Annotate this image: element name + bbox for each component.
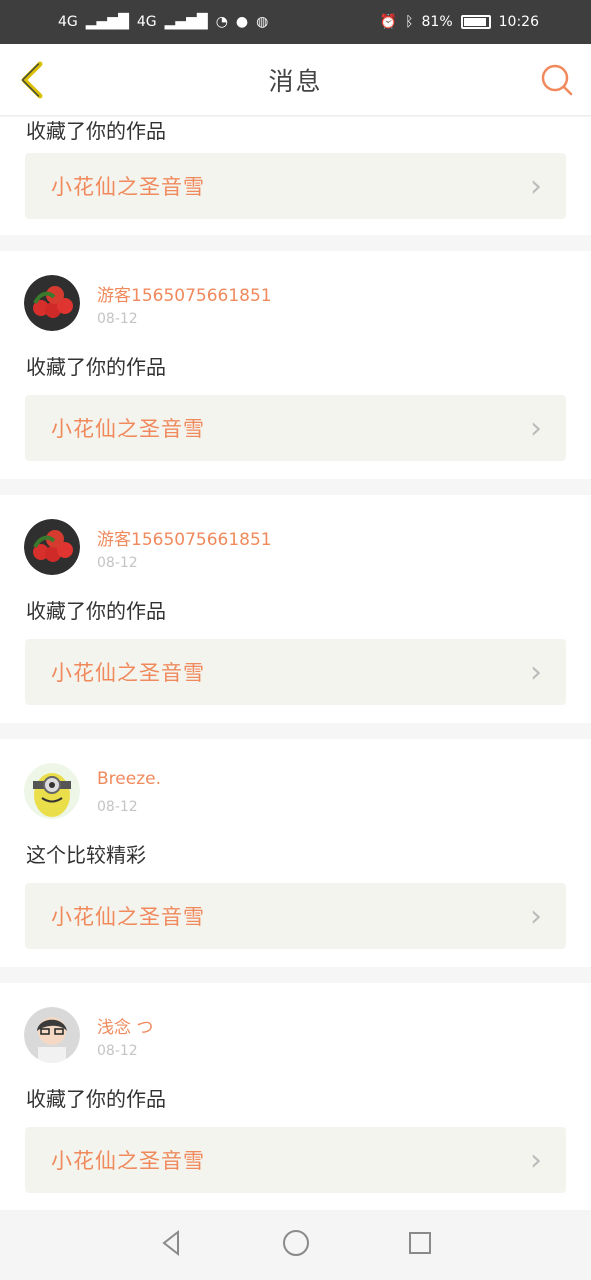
- message-item: 浅念 つ 08-12 收藏了你的作品 小花仙之圣音雪 ›: [0, 983, 591, 1210]
- nav-recent-button[interactable]: [406, 1229, 434, 1261]
- chevron-right-icon: ›: [530, 410, 542, 446]
- time: 10:26: [498, 14, 539, 30]
- message-text: 收藏了你的作品: [26, 599, 166, 623]
- wifi-icon: ◔: [215, 14, 228, 30]
- page-title: 消息: [268, 66, 323, 96]
- top-header: 消息: [0, 44, 591, 116]
- back-arrow-icon: [21, 61, 43, 99]
- chevron-right-icon: ›: [530, 654, 542, 690]
- status-bar: 4G ▂▄▆█ 4G ▂▄▆█ ◔ ● ◍ ⏰ ᛒ 81% 10:26: [0, 0, 591, 44]
- message-item: 游客1565075661851 08-12 收藏了你的作品 小花仙之圣音雪 ›: [0, 251, 591, 479]
- alarm-icon: ⏰: [379, 14, 398, 30]
- work-link[interactable]: 小花仙之圣音雪 ›: [25, 395, 566, 461]
- work-title: 小花仙之圣音雪: [51, 417, 205, 441]
- date: 08-12: [97, 1043, 138, 1059]
- message-text: 收藏了你的作品: [26, 1087, 166, 1111]
- nav-home-icon: [282, 1230, 309, 1256]
- search-button[interactable]: [539, 62, 575, 98]
- qq-icon: ●: [235, 14, 249, 30]
- signal-icon: ▂▄▆█: [85, 14, 129, 30]
- avatar[interactable]: [24, 275, 80, 331]
- avatar[interactable]: [24, 1007, 80, 1063]
- avatar[interactable]: [24, 519, 80, 575]
- work-link[interactable]: 小花仙之圣音雪 ›: [25, 639, 566, 705]
- message-list: 收藏了你的作品 小花仙之圣音雪 › 游客1565075661851 08-12 …: [0, 117, 591, 1210]
- username[interactable]: 游客1565075661851: [97, 525, 272, 550]
- nav-recent-icon: [408, 1232, 431, 1254]
- work-title: 小花仙之圣音雪: [51, 661, 205, 685]
- nav-back-button[interactable]: [158, 1229, 186, 1261]
- chevron-right-icon: ›: [530, 1142, 542, 1178]
- network-label-2: 4G: [136, 14, 157, 30]
- date: 08-12: [97, 799, 138, 815]
- wechat-icon: ◍: [256, 14, 269, 30]
- bluetooth-icon: ᛒ: [405, 14, 414, 30]
- nav-home-button[interactable]: [281, 1228, 311, 1262]
- message-text: 收藏了你的作品: [26, 119, 166, 143]
- search-icon: [541, 64, 573, 96]
- work-link[interactable]: 小花仙之圣音雪 ›: [25, 883, 566, 949]
- message-text: 这个比较精彩: [26, 843, 146, 867]
- message-item: Breeze. 08-12 这个比较精彩 小花仙之圣音雪 ›: [0, 739, 591, 967]
- work-link[interactable]: 小花仙之圣音雪 ›: [25, 1127, 566, 1193]
- system-nav-bar: [0, 1210, 591, 1280]
- nav-back-icon: [161, 1229, 179, 1257]
- message-item: 收藏了你的作品 小花仙之圣音雪 ›: [0, 117, 591, 235]
- work-title: 小花仙之圣音雪: [51, 905, 205, 929]
- date: 08-12: [97, 555, 138, 571]
- message-item: 游客1565075661851 08-12 收藏了你的作品 小花仙之圣音雪 ›: [0, 495, 591, 723]
- username[interactable]: 游客1565075661851: [97, 281, 272, 306]
- work-link[interactable]: 小花仙之圣音雪 ›: [25, 153, 566, 219]
- chevron-right-icon: ›: [530, 168, 542, 204]
- network-label: 4G: [58, 14, 78, 30]
- battery-icon: [460, 15, 491, 29]
- username[interactable]: Breeze.: [97, 769, 161, 789]
- date: 08-12: [97, 311, 138, 327]
- back-button[interactable]: [16, 58, 48, 102]
- status-left: 4G ▂▄▆█ 4G ▂▄▆█ ◔ ● ◍: [58, 14, 268, 30]
- avatar[interactable]: [24, 763, 80, 819]
- work-title: 小花仙之圣音雪: [51, 1149, 205, 1173]
- username[interactable]: 浅念 つ: [97, 1013, 153, 1038]
- battery-percent: 81%: [421, 14, 453, 30]
- work-title: 小花仙之圣音雪: [51, 175, 205, 199]
- status-right: ⏰ ᛒ 81% 10:26: [380, 14, 539, 30]
- signal-icon-2: ▂▄▆█: [164, 14, 208, 30]
- chevron-right-icon: ›: [530, 898, 542, 934]
- message-text: 收藏了你的作品: [26, 355, 166, 379]
